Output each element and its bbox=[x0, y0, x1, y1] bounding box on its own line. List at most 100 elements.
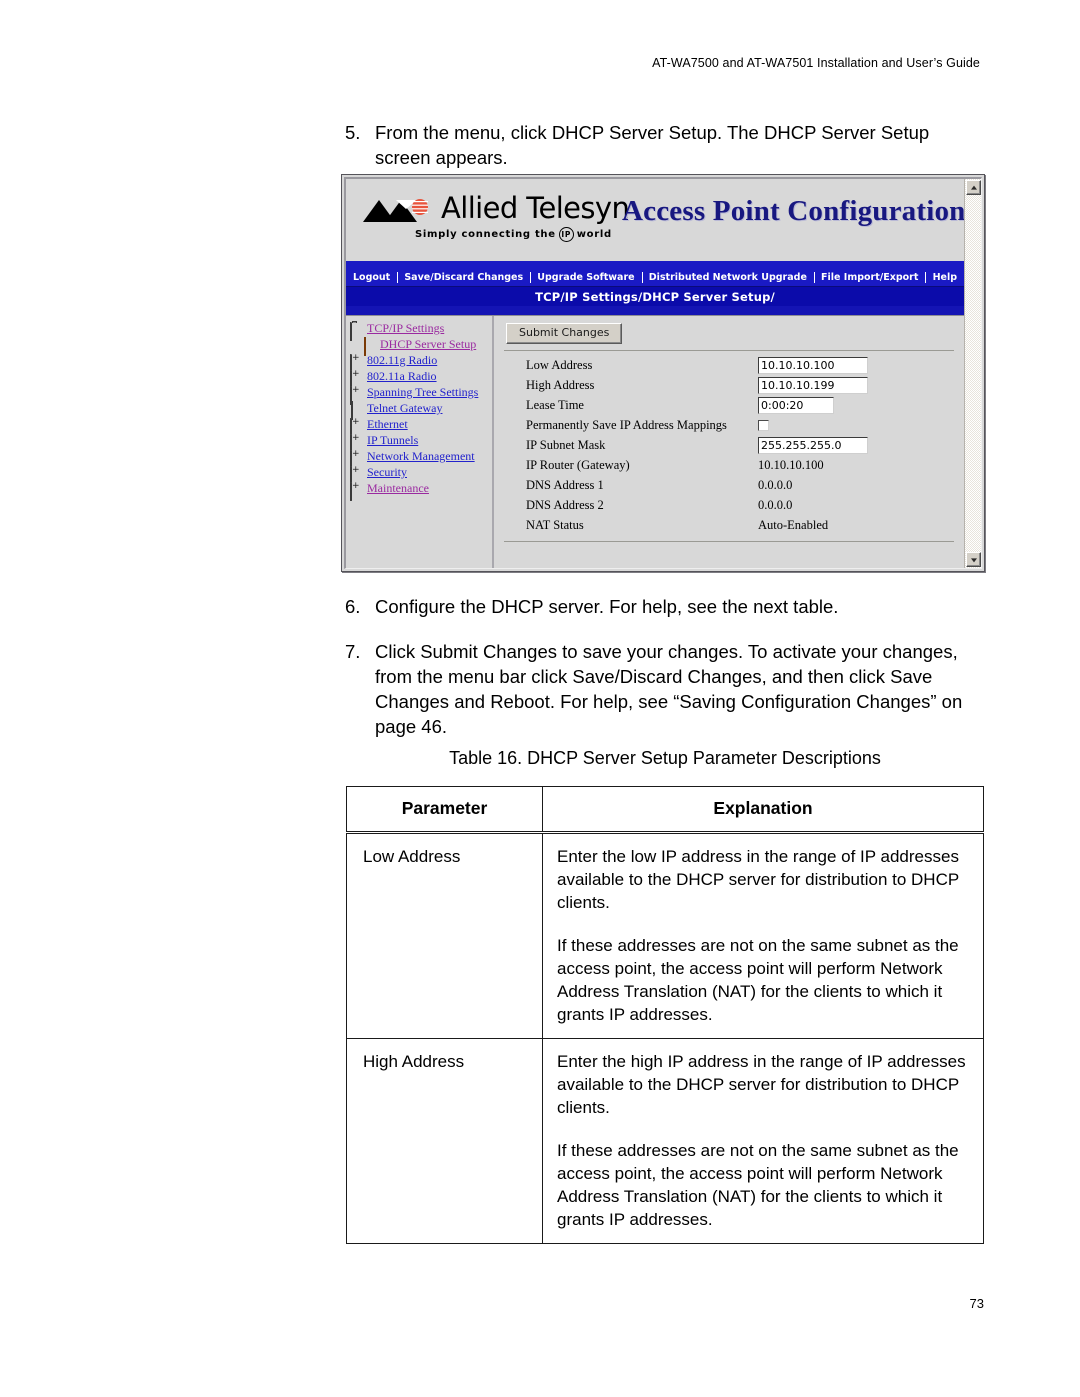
folder-closed-icon bbox=[350, 482, 363, 501]
step-5: 5. From the menu, click DHCP Server Setu… bbox=[345, 120, 985, 170]
banner: Allied Telesyn Simply connecting the IP … bbox=[346, 179, 964, 261]
scroll-up-button[interactable] bbox=[966, 180, 981, 195]
table-cell-parameter: High Address bbox=[346, 1038, 543, 1244]
menu-item-save-discard-changes[interactable]: Save/Discard Changes bbox=[397, 273, 530, 283]
low-address-input[interactable]: 10.10.10.100 bbox=[758, 356, 868, 374]
form-divider-bottom bbox=[504, 541, 954, 542]
form-row: IP Subnet Mask 255.255.255.0 bbox=[502, 435, 956, 455]
step-6: 6. Configure the DHCP server. For help, … bbox=[345, 594, 985, 619]
nav-item-802-11g-radio[interactable]: 802.11g Radio bbox=[350, 352, 492, 373]
menu-item-logout[interactable]: Logout bbox=[346, 273, 397, 283]
scroll-down-button[interactable] bbox=[966, 552, 981, 567]
running-header: AT-WA7500 and AT-WA7501 Installation and… bbox=[652, 56, 980, 70]
nav-item-spanning-tree-settings[interactable]: Spanning Tree Settings bbox=[350, 384, 492, 405]
form-field-value-cell: 10.10.10.100 bbox=[758, 355, 956, 375]
menu-item-help[interactable]: Help bbox=[926, 273, 964, 283]
nav-item-label: TCP/IP Settings bbox=[367, 321, 445, 335]
table-header-row: Parameter Explanation bbox=[346, 786, 984, 834]
document-orange-icon-glyph bbox=[364, 337, 366, 356]
menu-item-file-import-export[interactable]: File Import/Export bbox=[814, 273, 925, 283]
nav-item-ip-tunnels[interactable]: IP Tunnels bbox=[350, 432, 492, 453]
nav-item-label: Telnet Gateway bbox=[367, 401, 443, 415]
permanently-save-ip-address-mappings-checkbox[interactable] bbox=[758, 420, 769, 432]
explanation-paragraph: If these addresses are not on the same s… bbox=[557, 1141, 959, 1229]
form-field-value-cell bbox=[758, 415, 956, 435]
submit-changes-button[interactable]: Submit Changes bbox=[506, 323, 623, 344]
folder-closed-icon bbox=[350, 466, 363, 485]
vertical-scrollbar[interactable] bbox=[964, 179, 981, 568]
navigation-pane: TCP/IP Settings DHCP Server Setup 802.11g … bbox=[346, 316, 494, 568]
step-7: 7. Click Submit Changes to save your cha… bbox=[345, 639, 990, 739]
document-orange-icon bbox=[363, 337, 376, 356]
table-cell-parameter: Low Address bbox=[346, 832, 543, 1039]
logo-tagline-before: Simply connecting the bbox=[415, 229, 556, 240]
logo-wordmark: Allied Telesyn bbox=[441, 191, 630, 225]
nav-item-label: IP Tunnels bbox=[367, 433, 419, 447]
nav-item-tcp-ip-settings[interactable]: TCP/IP Settings bbox=[350, 320, 492, 341]
document-icon bbox=[350, 401, 363, 420]
table-row: Low Address Enter the low IP address in t… bbox=[346, 832, 984, 1039]
page-number: 73 bbox=[969, 1296, 984, 1311]
explanation-paragraph: Enter the low IP address in the range of… bbox=[557, 847, 959, 912]
lease-time-input[interactable]: 0:00:20 bbox=[758, 396, 834, 414]
logo-tagline-after: world bbox=[576, 229, 612, 240]
table-caption: Table 16. DHCP Server Setup Parameter De… bbox=[449, 748, 881, 768]
folder-closed-icon bbox=[350, 450, 363, 469]
nav-item-ethernet[interactable]: Ethernet bbox=[350, 416, 492, 437]
allied-telesyn-logo: Allied Telesyn Simply connecting the IP … bbox=[363, 191, 630, 249]
table-row: High Address Enter the high IP address in… bbox=[346, 1038, 984, 1244]
form-field-value-cell: Auto-Enabled bbox=[758, 515, 956, 535]
nav-item-label: 802.11g Radio bbox=[367, 353, 438, 367]
form-field-value-cell: 10.10.10.100 bbox=[758, 455, 956, 475]
ip-subnet-mask-input[interactable]: 255.255.255.0 bbox=[758, 436, 868, 454]
form-field-value-cell: 10.10.10.199 bbox=[758, 375, 956, 395]
chevron-up-icon bbox=[970, 185, 977, 190]
form-field-label: IP Router (Gateway) bbox=[526, 457, 630, 472]
nat-status-value: Auto-Enabled bbox=[758, 517, 829, 532]
step-6-text: Configure the DHCP server. For help, see… bbox=[375, 596, 839, 617]
nav-item-label: Spanning Tree Settings bbox=[367, 385, 479, 399]
ip-router-gateway-value: 10.10.10.100 bbox=[758, 457, 824, 472]
nav-item-label: Security bbox=[367, 465, 407, 479]
menu-item-distributed-network-upgrade[interactable]: Distributed Network Upgrade bbox=[642, 273, 814, 283]
nav-item-network-management[interactable]: Network Management bbox=[350, 448, 492, 469]
form-field-label: DNS Address 1 bbox=[526, 477, 604, 492]
high-address-input[interactable]: 10.10.10.199 bbox=[758, 376, 868, 394]
logo-tagline: Simply connecting the IP world bbox=[415, 227, 612, 242]
form-row: DNS Address 2 0.0.0.0 bbox=[502, 495, 956, 515]
folder-open-icon-glyph bbox=[350, 322, 352, 341]
menu-bar: Logout Save/Discard Changes Upgrade Softwa… bbox=[346, 269, 964, 287]
form-field-label: DNS Address 2 bbox=[526, 497, 604, 512]
form-field-label: NAT Status bbox=[526, 517, 584, 532]
form-pane: Submit Changes Low Address 10.10.10.100 Hi… bbox=[494, 316, 964, 568]
step-5-text: From the menu, click DHCP Server Setup. … bbox=[375, 122, 930, 168]
form-field-value-cell: 255.255.255.0 bbox=[758, 435, 956, 455]
nav-item-802-11a-radio[interactable]: 802.11a Radio bbox=[350, 368, 492, 389]
nav-item-label: Ethernet bbox=[367, 417, 408, 431]
dns-address-1-value: 0.0.0.0 bbox=[758, 477, 793, 492]
folder-closed-icon bbox=[350, 386, 363, 405]
form-field-value-cell: 0.0.0.0 bbox=[758, 495, 956, 515]
browser-viewport: Allied Telesyn Simply connecting the IP … bbox=[346, 179, 964, 568]
form-row: DNS Address 1 0.0.0.0 bbox=[502, 475, 956, 495]
form-field-label: High Address bbox=[526, 377, 595, 392]
nav-item-label: DHCP Server Setup bbox=[380, 337, 477, 351]
banner-title: Access Point Configuration bbox=[622, 195, 964, 227]
browser-window-screenshot: Allied Telesyn Simply connecting the IP … bbox=[341, 174, 985, 572]
form-field-label: Low Address bbox=[526, 357, 593, 372]
nav-item-telnet-gateway[interactable]: Telnet Gateway bbox=[350, 400, 492, 420]
folder-closed-icon bbox=[350, 418, 363, 437]
menubar-top-fill bbox=[346, 261, 964, 269]
table-header-parameter: Parameter bbox=[346, 786, 543, 834]
chevron-down-icon bbox=[970, 557, 977, 562]
browser-window-inner: Allied Telesyn Simply connecting the IP … bbox=[344, 177, 982, 569]
folder-closed-icon bbox=[350, 434, 363, 453]
folder-closed-icon bbox=[350, 370, 363, 389]
ip-badge-icon: IP bbox=[558, 227, 574, 242]
nav-item-dhcp-server-setup[interactable]: DHCP Server Setup bbox=[350, 336, 492, 356]
nav-item-security[interactable]: Security bbox=[350, 464, 492, 485]
form-row: Permanently Save IP Address Mappings bbox=[502, 415, 956, 435]
table-cell-explanation: Enter the low IP address in the range of… bbox=[542, 832, 984, 1039]
nav-item-maintenance[interactable]: Maintenance bbox=[350, 480, 492, 501]
menu-item-upgrade-software[interactable]: Upgrade Software bbox=[530, 273, 641, 283]
